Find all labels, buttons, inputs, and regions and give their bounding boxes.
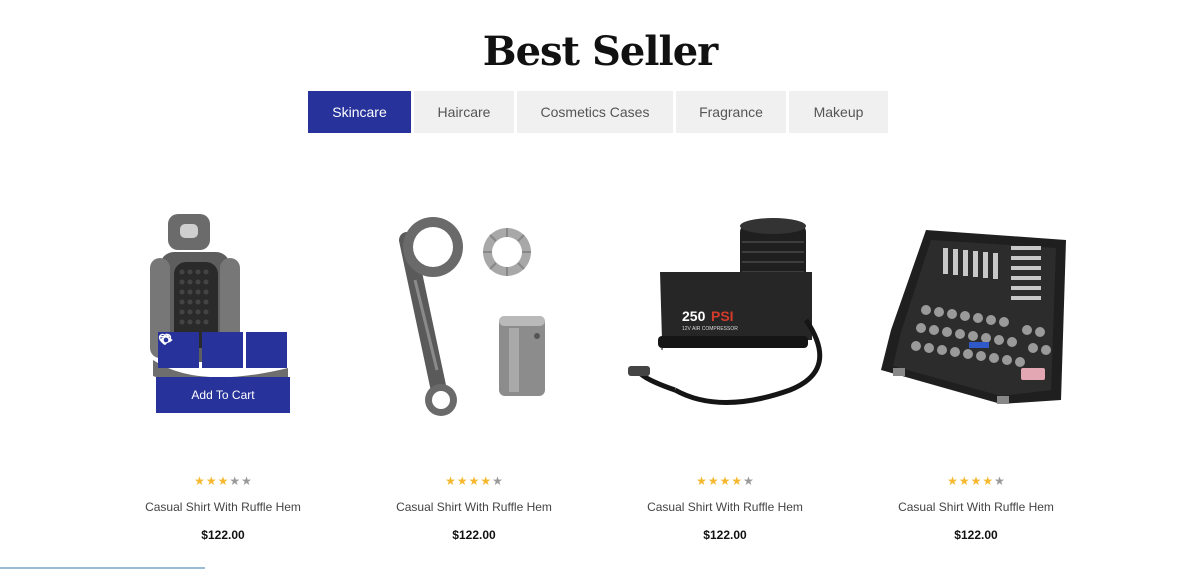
tab-fragrance[interactable]: Fragrance bbox=[676, 91, 786, 133]
product-price: $122.00 bbox=[954, 528, 998, 542]
star-icon: ★ bbox=[468, 474, 480, 488]
rating-stars: ★ ★ ★ ★ ★ bbox=[98, 474, 348, 488]
rating-stars: ★ ★ ★ ★ ★ bbox=[851, 474, 1101, 488]
star-icon: ★ bbox=[696, 474, 707, 488]
tab-haircare[interactable]: Haircare bbox=[414, 91, 514, 133]
star-icon: ★ bbox=[456, 474, 468, 488]
section-title: Best Seller bbox=[482, 28, 718, 75]
star-icon: ★ bbox=[731, 474, 743, 488]
product-card[interactable]: 250 PSI 12V AIR COMPRESSOR ★ ★ ★ ★ ★ Casual … bbox=[600, 200, 850, 560]
star-icon: ★ bbox=[480, 474, 492, 488]
rating-stars: ★ ★ ★ ★ ★ bbox=[349, 474, 599, 488]
compare-button[interactable] bbox=[159, 332, 243, 368]
product-card[interactable]: Add To Cart ★ ★ ★ ★ ★ Casual Shirt With Ruff… bbox=[98, 200, 348, 560]
quick-view-button[interactable] bbox=[159, 332, 287, 368]
compressor-badge-accent: PSI bbox=[711, 308, 734, 324]
product-grid: Add To Cart ★ ★ ★ ★ ★ Casual Shirt With Ruff… bbox=[98, 200, 1102, 560]
product-card[interactable]: ★ ★ ★ ★ ★ Casual Shirt With Ruffle Hem $122.… bbox=[349, 200, 599, 560]
star-icon: ★ bbox=[982, 474, 994, 488]
rating-stars: ★ ★ ★ ★ ★ bbox=[600, 474, 850, 488]
product-card[interactable]: ★ ★ ★ ★ ★ Casual Shirt With Ruffle Hem $122.… bbox=[851, 200, 1101, 560]
product-price: $122.00 bbox=[201, 528, 245, 542]
star-icon: ★ bbox=[229, 474, 241, 488]
tab-skincare[interactable]: Skincare bbox=[308, 91, 411, 133]
tab-makeup[interactable]: Makeup bbox=[789, 91, 888, 133]
star-icon: ★ bbox=[743, 474, 754, 488]
star-icon: ★ bbox=[205, 474, 217, 488]
star-icon: ★ bbox=[719, 474, 731, 488]
star-icon: ★ bbox=[445, 474, 456, 488]
star-icon: ★ bbox=[707, 474, 719, 488]
product-price: $122.00 bbox=[703, 528, 747, 542]
product-image-connecting-rod[interactable] bbox=[349, 200, 599, 440]
product-image-air-compressor[interactable]: 250 PSI 12V AIR COMPRESSOR bbox=[600, 200, 850, 440]
product-name[interactable]: Casual Shirt With Ruffle Hem bbox=[98, 500, 348, 514]
product-actions bbox=[158, 332, 287, 368]
star-icon: ★ bbox=[217, 474, 229, 488]
star-icon: ★ bbox=[947, 474, 958, 488]
star-icon: ★ bbox=[241, 474, 252, 488]
product-name[interactable]: Casual Shirt With Ruffle Hem bbox=[600, 500, 850, 514]
star-icon: ★ bbox=[958, 474, 970, 488]
star-icon: ★ bbox=[492, 474, 503, 488]
compressor-badge-text: 12V AIR COMPRESSOR bbox=[682, 326, 738, 332]
star-icon: ★ bbox=[994, 474, 1005, 488]
product-image-tool-set-case[interactable] bbox=[851, 200, 1101, 440]
category-tabs: Skincare Haircare Cosmetics Cases Fragra… bbox=[308, 91, 888, 133]
product-name[interactable]: Casual Shirt With Ruffle Hem bbox=[851, 500, 1101, 514]
compressor-badge-number: 250 bbox=[682, 308, 706, 324]
product-price: $122.00 bbox=[452, 528, 496, 542]
star-icon: ★ bbox=[970, 474, 982, 488]
bottom-divider bbox=[0, 567, 205, 569]
add-to-cart-button[interactable]: Add To Cart bbox=[156, 377, 290, 413]
product-image-car-seat[interactable]: Add To Cart bbox=[98, 200, 348, 440]
tab-cosmetics-cases[interactable]: Cosmetics Cases bbox=[517, 91, 673, 133]
eye-icon bbox=[159, 337, 173, 343]
star-icon: ★ bbox=[194, 474, 205, 488]
product-name[interactable]: Casual Shirt With Ruffle Hem bbox=[349, 500, 599, 514]
